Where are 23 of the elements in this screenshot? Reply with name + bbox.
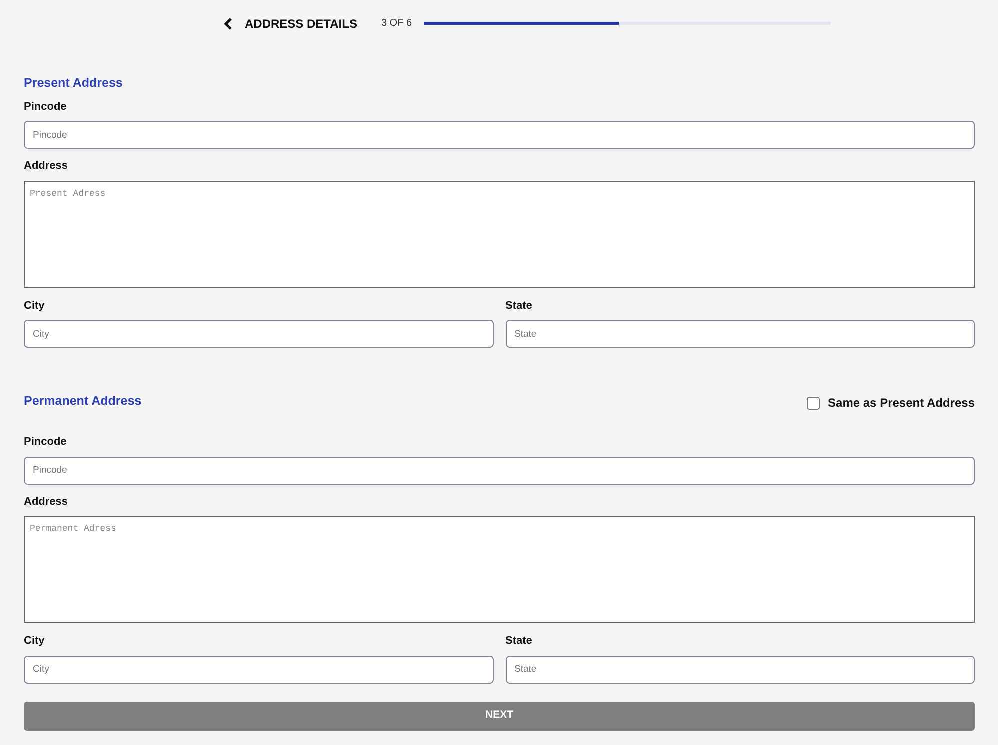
field-label: State (506, 298, 534, 314)
field-label: Pincode (24, 100, 68, 115)
checkbox-label[interactable]: Same as Present Address (828, 394, 975, 412)
field-label: City (24, 634, 46, 650)
city-field[interactable]: City (24, 320, 494, 348)
pincode-field[interactable]: Pincode (24, 456, 975, 485)
field-label: Pincode (24, 435, 68, 450)
checkbox[interactable] (807, 396, 820, 410)
step-counter: 3 OF 6 (381, 17, 412, 31)
address-field[interactable]: Present Adress (24, 180, 975, 288)
field-label: City (24, 298, 46, 314)
back-chevron-icon[interactable] (224, 18, 233, 30)
state-field[interactable]: State (506, 656, 975, 684)
pincode-field[interactable]: Pincode (24, 121, 975, 150)
address-field[interactable]: Permanent Adress (24, 516, 975, 624)
section-heading: Present Address (24, 75, 123, 92)
page-title: ADDRESS DETAILS (245, 16, 358, 32)
city-field[interactable]: City (24, 656, 494, 684)
state-field[interactable]: State (506, 320, 975, 348)
field-label: Address (24, 159, 70, 174)
section-heading: Permanent Address (24, 393, 142, 410)
field-label: Address (24, 494, 70, 510)
field-label: State (506, 634, 534, 650)
